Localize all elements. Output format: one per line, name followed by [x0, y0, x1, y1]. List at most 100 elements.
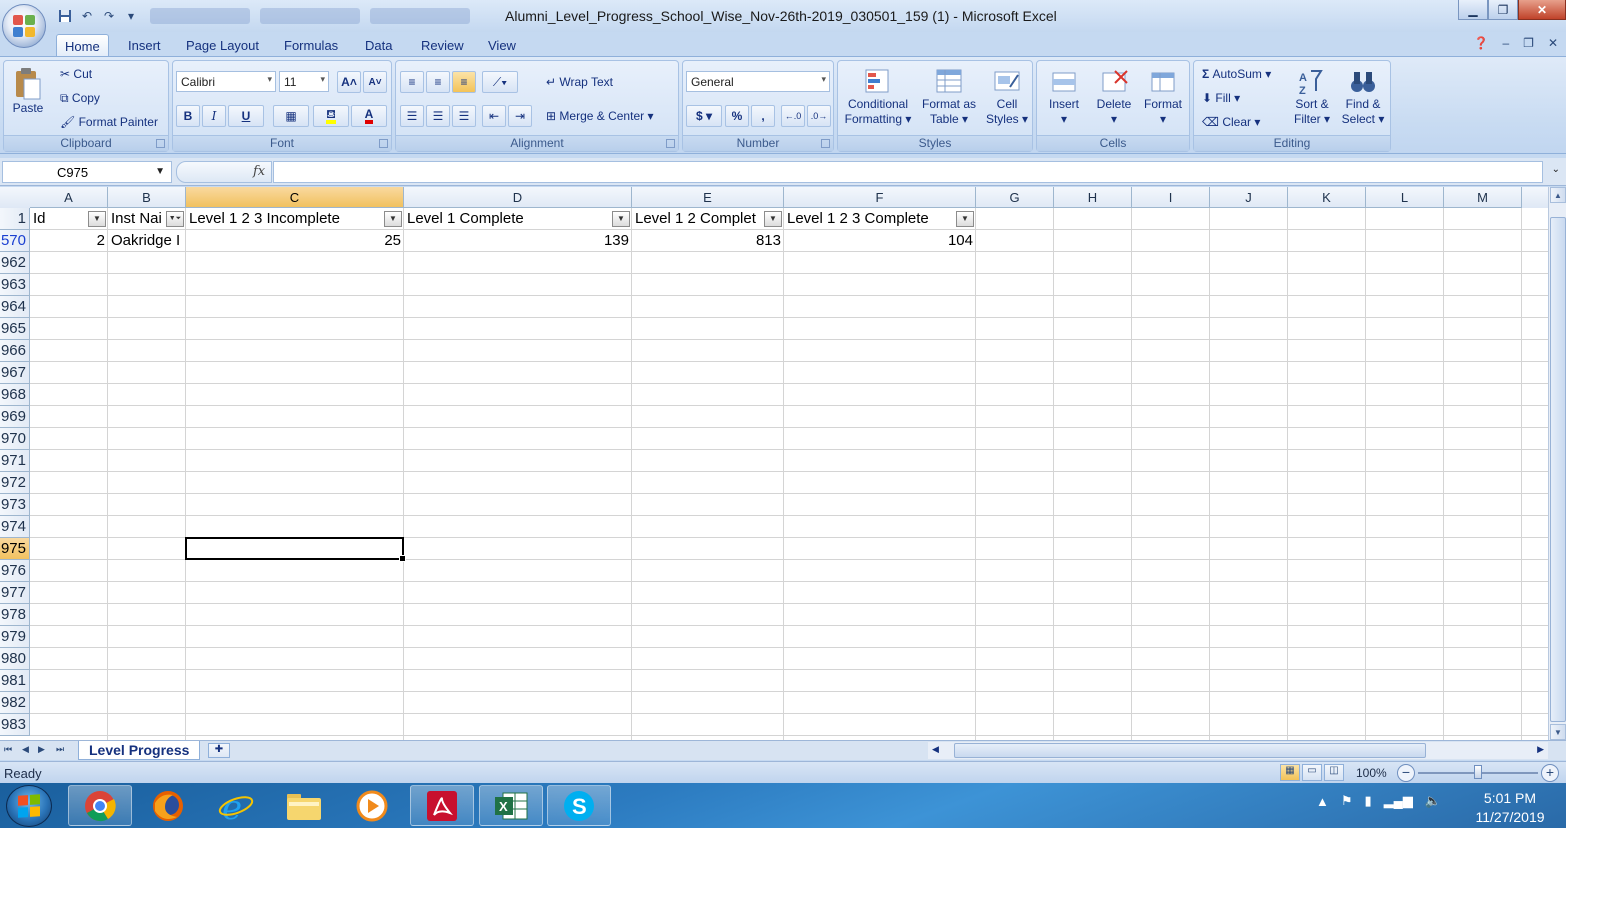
- align-top-button[interactable]: ≡: [400, 71, 424, 93]
- orientation-button[interactable]: ⟋▾: [482, 71, 518, 93]
- header-cell[interactable]: Level 1 2 3 Complete: [784, 208, 954, 230]
- dialog-launcher-icon[interactable]: [379, 139, 388, 148]
- next-sheet-icon[interactable]: ▶: [38, 744, 45, 755]
- data-cell[interactable]: Oakridge I: [108, 230, 186, 252]
- show-hidden-icons-icon[interactable]: ▲: [1316, 794, 1329, 809]
- filter-dropdown-icon[interactable]: ▼: [956, 211, 974, 227]
- redo-icon[interactable]: ↷: [100, 7, 118, 25]
- row-header[interactable]: 982: [0, 692, 30, 714]
- scroll-right-icon[interactable]: ▶: [1537, 744, 1544, 755]
- taskbar-file-explorer[interactable]: [272, 785, 336, 826]
- header-cell[interactable]: Id: [30, 208, 86, 230]
- row-header[interactable]: 970: [0, 428, 30, 450]
- row-header[interactable]: 971: [0, 450, 30, 472]
- column-header-j[interactable]: J: [1210, 187, 1288, 208]
- format-cells-button[interactable]: Format ▾: [1139, 67, 1187, 127]
- vertical-scrollbar[interactable]: ▲ ▼: [1548, 187, 1566, 740]
- column-header-c[interactable]: C: [186, 187, 404, 208]
- name-box[interactable]: C975 ▼: [2, 161, 172, 183]
- dialog-launcher-icon[interactable]: [666, 139, 675, 148]
- taskbar-clock[interactable]: 5:01 PM 11/27/2019: [1462, 789, 1558, 827]
- decrease-decimal-button[interactable]: .0→: [807, 105, 831, 127]
- cell-styles-button[interactable]: Cell Styles ▾: [984, 67, 1030, 127]
- column-header-h[interactable]: H: [1054, 187, 1132, 208]
- underline-button[interactable]: U: [228, 105, 264, 127]
- tab-data[interactable]: Data: [357, 34, 400, 56]
- zoom-out-icon[interactable]: −: [1397, 764, 1415, 782]
- page-break-view-icon[interactable]: ◫: [1324, 764, 1344, 781]
- data-cell[interactable]: 25: [186, 230, 404, 252]
- data-cell[interactable]: 139: [404, 230, 632, 252]
- increase-decimal-button[interactable]: ←.0: [781, 105, 805, 127]
- row-header[interactable]: 972: [0, 472, 30, 494]
- column-header-g[interactable]: G: [976, 187, 1054, 208]
- cut-button[interactable]: ✂ Cut: [60, 67, 92, 81]
- row-header[interactable]: 962: [0, 252, 30, 274]
- row-header[interactable]: 974: [0, 516, 30, 538]
- row-header[interactable]: 964: [0, 296, 30, 318]
- merge-center-button[interactable]: ⊞ Merge & Center ▾: [546, 109, 653, 123]
- dialog-launcher-icon[interactable]: [156, 139, 165, 148]
- header-cell[interactable]: Inst Nai: [108, 208, 164, 230]
- filter-dropdown-icon[interactable]: ▼: [764, 211, 782, 227]
- minimize-workbook-icon[interactable]: –: [1502, 36, 1509, 50]
- align-left-button[interactable]: ☰: [400, 105, 424, 127]
- horizontal-scrollbar[interactable]: ◀ ▶: [928, 742, 1548, 759]
- prev-sheet-icon[interactable]: ◀: [22, 744, 29, 755]
- row-header[interactable]: 965: [0, 318, 30, 340]
- row-header[interactable]: 980: [0, 648, 30, 670]
- normal-view-icon[interactable]: ▦: [1280, 764, 1300, 781]
- active-cell[interactable]: [185, 537, 406, 562]
- save-icon[interactable]: [56, 7, 74, 25]
- close-workbook-icon[interactable]: ✕: [1548, 36, 1558, 50]
- row-header[interactable]: 977: [0, 582, 30, 604]
- row-header[interactable]: 969: [0, 406, 30, 428]
- taskbar-internet-explorer[interactable]: e: [204, 785, 268, 826]
- delete-cells-button[interactable]: Delete ▾: [1089, 67, 1139, 127]
- header-cell[interactable]: Level 1 Complete: [404, 208, 610, 230]
- filter-dropdown-icon[interactable]: ▼: [88, 211, 106, 227]
- sheet-tab-level-progress[interactable]: Level Progress: [78, 741, 201, 760]
- scroll-down-icon[interactable]: ▼: [1550, 724, 1566, 740]
- zoom-slider-thumb[interactable]: [1474, 765, 1482, 779]
- format-as-table-button[interactable]: Format as Table ▾: [916, 67, 982, 127]
- page-layout-view-icon[interactable]: ▭: [1302, 764, 1322, 781]
- worksheet-grid[interactable]: ABCDEFGHIJKLM 1 570 962 963 964 965 966 967 968 9…: [0, 187, 1548, 740]
- shrink-font-button[interactable]: A ˅: [363, 71, 387, 93]
- comma-button[interactable]: ,: [751, 105, 775, 127]
- sort-filter-button[interactable]: AZ Sort & Filter ▾: [1288, 67, 1336, 127]
- dropdown-icon[interactable]: ▼: [155, 166, 165, 177]
- column-header-k[interactable]: K: [1288, 187, 1366, 208]
- row-header[interactable]: 976: [0, 560, 30, 582]
- row-header[interactable]: 963: [0, 274, 30, 296]
- help-icon[interactable]: ❓: [1474, 36, 1489, 50]
- clear-button[interactable]: ⌫ Clear ▾: [1202, 115, 1260, 129]
- row-header[interactable]: 973: [0, 494, 30, 516]
- font-size-combo[interactable]: 11 ▾: [279, 71, 329, 92]
- customize-qat-icon[interactable]: ▾: [122, 7, 140, 25]
- decrease-indent-button[interactable]: ⇤: [482, 105, 506, 127]
- font-color-button[interactable]: A: [351, 105, 387, 127]
- format-painter-button[interactable]: 🖌 Format Painter: [60, 115, 158, 129]
- filter-active-icon[interactable]: ▼⏷: [166, 211, 184, 227]
- close-button[interactable]: ✕: [1518, 0, 1566, 20]
- insert-function-icon[interactable]: fx: [253, 164, 265, 179]
- borders-button[interactable]: ▦: [273, 105, 309, 127]
- paste-button[interactable]: Paste: [8, 67, 48, 116]
- scroll-left-icon[interactable]: ◀: [932, 744, 939, 755]
- fill-color-button[interactable]: ⛾: [313, 105, 349, 127]
- formula-input[interactable]: [273, 161, 1543, 183]
- header-cell[interactable]: Level 1 2 3 Incomplete: [186, 208, 382, 230]
- row-header[interactable]: 967: [0, 362, 30, 384]
- horizontal-scroll-thumb[interactable]: [954, 743, 1426, 758]
- grow-font-button[interactable]: A ˄: [337, 71, 361, 93]
- align-bottom-button[interactable]: ≡: [452, 71, 476, 93]
- expand-formula-bar-icon[interactable]: ⌄: [1552, 164, 1560, 175]
- tab-formulas[interactable]: Formulas: [276, 34, 346, 56]
- column-header-i[interactable]: I: [1132, 187, 1210, 208]
- column-header-a[interactable]: A: [30, 187, 108, 208]
- restore-button[interactable]: ❐: [1488, 0, 1518, 20]
- vertical-scroll-thumb[interactable]: [1550, 217, 1566, 722]
- taskbar-media-player[interactable]: [340, 785, 404, 826]
- row-header[interactable]: 981: [0, 670, 30, 692]
